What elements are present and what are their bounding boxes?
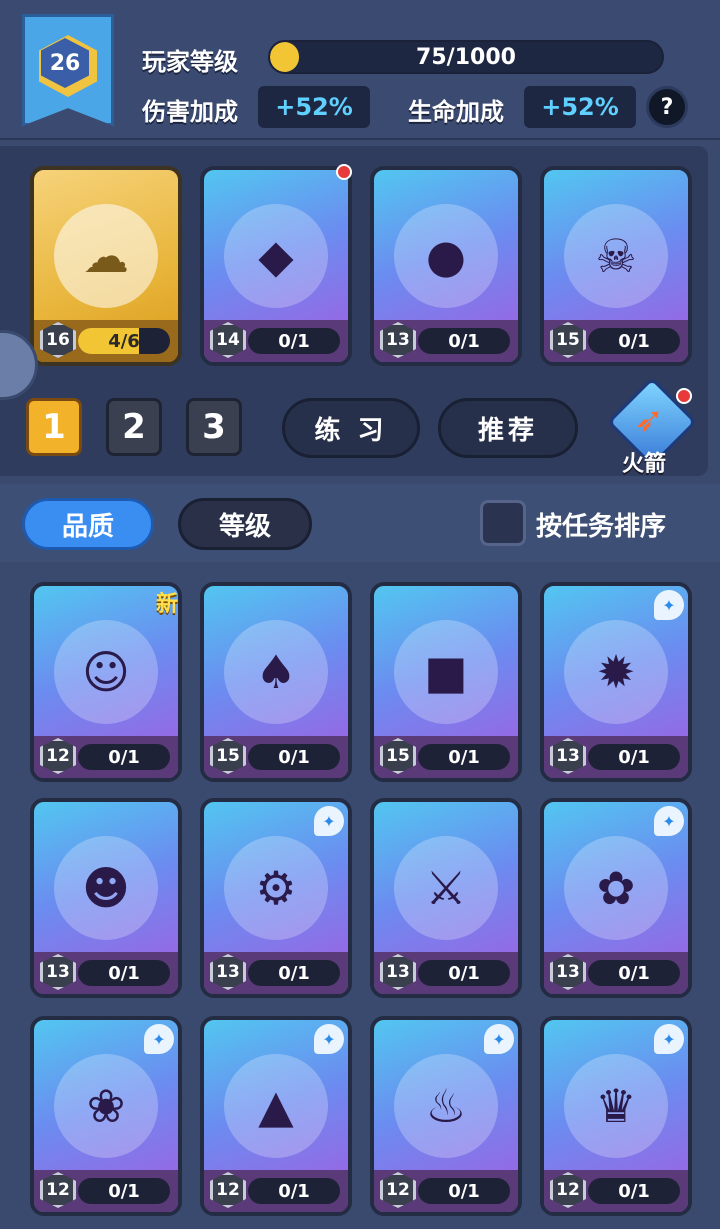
fire-demon-icon: ✹: [564, 620, 668, 724]
hero-shard-progress-text: 0/1: [278, 746, 310, 768]
damage-bonus-label: 伤害加成: [142, 98, 238, 126]
team-slot-button-2[interactable]: 2: [106, 398, 162, 456]
hp-bonus-label: 生命加成: [408, 98, 504, 126]
hero-shard-progress-text: 0/1: [448, 330, 480, 352]
cloud-spirit-icon: ☁: [54, 204, 158, 308]
fire-shield-icon: ✦: [654, 590, 684, 620]
hero-card[interactable]: ⚔ 13 0/1: [370, 798, 522, 998]
hero-shard-progress: 0/1: [418, 744, 510, 770]
hero-shard-progress: 0/1: [78, 1178, 170, 1204]
player-header: 26 玩家等级 75/1000 伤害加成 +52% 生命加成 +52% ?: [0, 0, 720, 140]
robot-icon: ⚙: [224, 836, 328, 940]
panda-icon: ✿: [564, 836, 668, 940]
hero-card[interactable]: ◆ 14 0/1: [200, 166, 352, 366]
rocket-label: 火箭: [622, 452, 667, 477]
fire-shield-icon: ✦: [314, 806, 344, 836]
hero-shard-progress: 0/1: [588, 960, 680, 986]
witch-cat-icon: ♠: [224, 620, 328, 724]
hero-shard-progress-text: 4/6: [108, 330, 140, 352]
hero-grid: ☺ 12 0/1 新 ♠ 15 0/1 ■ 15 0/1 ✹ 13 0/1 ✦ ☻ 13 0/1 ⚙ 13 0/1 ✦ ⚔…: [0, 562, 720, 1229]
anubis-icon: ▲: [224, 1054, 328, 1158]
hero-card[interactable]: ■ 15 0/1: [370, 582, 522, 782]
tab-level[interactable]: 等级: [178, 498, 312, 550]
hero-shard-progress-text: 0/1: [278, 330, 310, 352]
hero-card[interactable]: ▲ 12 0/1 ✦: [200, 1016, 352, 1216]
hero-shard-progress-text: 0/1: [618, 746, 650, 768]
filter-bar: 品质 等级 按任务排序: [0, 484, 720, 562]
practice-button[interactable]: 练 习: [282, 398, 420, 458]
hero-card[interactable]: ☻ 13 0/1: [30, 798, 182, 998]
hero-shard-progress: 0/1: [588, 1178, 680, 1204]
hero-shard-progress-text: 0/1: [278, 962, 310, 984]
tab-quality[interactable]: 品质: [22, 498, 154, 550]
notification-dot: [336, 164, 352, 180]
notification-dot: [676, 388, 692, 404]
help-button[interactable]: ?: [646, 86, 688, 128]
hp-bonus-value: +52%: [524, 86, 636, 128]
damage-bonus-value: +52%: [258, 86, 370, 128]
xp-progress-text: 75/1000: [416, 44, 516, 70]
hero-shard-progress: 0/1: [588, 744, 680, 770]
team-slot-button-1[interactable]: 1: [26, 398, 82, 456]
hero-card[interactable]: ❀ 12 0/1 ✦: [30, 1016, 182, 1216]
team-slot-button-3[interactable]: 3: [186, 398, 242, 456]
player-level-label: 玩家等级: [142, 48, 238, 76]
monk-icon: ☺: [54, 620, 158, 724]
fire-shield-icon: ✦: [144, 1024, 174, 1054]
hero-shard-progress: 0/1: [418, 960, 510, 986]
hero-shard-progress: 0/1: [248, 960, 340, 986]
samurai-icon: ⚔: [394, 836, 498, 940]
hero-shard-progress: 0/1: [78, 744, 170, 770]
green-ninja-icon: ◆: [224, 204, 328, 308]
rocket-icon: ➶: [634, 400, 665, 441]
hero-shard-progress-text: 0/1: [448, 746, 480, 768]
hero-card[interactable]: ♠ 15 0/1: [200, 582, 352, 782]
red-fox-chef-icon: ●: [394, 204, 498, 308]
hero-card[interactable]: ♨ 12 0/1 ✦: [370, 1016, 522, 1216]
rocket-button[interactable]: ➶ 火箭: [606, 376, 698, 477]
sort-by-task-label: 按任务排序: [536, 512, 667, 542]
hero-shard-progress: 0/1: [248, 744, 340, 770]
phoenix-icon: ♨: [394, 1054, 498, 1158]
sort-by-task-checkbox[interactable]: [480, 500, 526, 546]
player-level-value: 26: [41, 38, 89, 88]
hero-shard-progress-text: 0/1: [108, 1180, 140, 1202]
fire-shield-icon: ✦: [654, 806, 684, 836]
hero-shard-progress: 0/1: [248, 1178, 340, 1204]
monkey-king-icon: ♛: [564, 1054, 668, 1158]
hero-shard-progress: 0/1: [418, 1178, 510, 1204]
hero-shard-progress-text: 0/1: [618, 962, 650, 984]
fire-shield-icon: ✦: [484, 1024, 514, 1054]
hero-shard-progress-text: 0/1: [108, 962, 140, 984]
new-badge: 新: [155, 592, 178, 617]
hero-shard-progress-text: 0/1: [108, 746, 140, 768]
hero-card[interactable]: ♛ 12 0/1 ✦: [540, 1016, 692, 1216]
princess-icon: ❀: [54, 1054, 158, 1158]
hero-card[interactable]: ✹ 13 0/1 ✦: [540, 582, 692, 782]
hero-shard-progress-text: 0/1: [278, 1180, 310, 1202]
hero-card[interactable]: ☁ 16 4/6: [30, 166, 182, 366]
hero-card[interactable]: ☠ 15 0/1: [540, 166, 692, 366]
hero-shard-progress: 4/6: [78, 328, 170, 354]
hero-card[interactable]: ⚙ 13 0/1 ✦: [200, 798, 352, 998]
hero-shard-progress-text: 0/1: [618, 1180, 650, 1202]
recommend-button[interactable]: 推荐: [438, 398, 578, 458]
fire-shield-icon: ✦: [314, 1024, 344, 1054]
purple-frog-icon: ☻: [54, 836, 158, 940]
xp-progress-bar: 75/1000: [268, 40, 664, 74]
stone-golem-icon: ■: [394, 620, 498, 724]
hero-card[interactable]: ● 13 0/1: [370, 166, 522, 366]
fire-shield-icon: ✦: [654, 1024, 684, 1054]
hero-shard-progress: 0/1: [588, 328, 680, 354]
hero-shard-progress: 0/1: [78, 960, 170, 986]
hero-shard-progress-text: 0/1: [448, 1180, 480, 1202]
hero-shard-progress-text: 0/1: [448, 962, 480, 984]
hero-shard-progress-text: 0/1: [618, 330, 650, 352]
hero-card[interactable]: ✿ 13 0/1 ✦: [540, 798, 692, 998]
hero-shard-progress: 0/1: [248, 328, 340, 354]
hero-card[interactable]: ☺ 12 0/1 新: [30, 582, 182, 782]
pirate-captain-icon: ☠: [564, 204, 668, 308]
hero-shard-progress: 0/1: [418, 328, 510, 354]
